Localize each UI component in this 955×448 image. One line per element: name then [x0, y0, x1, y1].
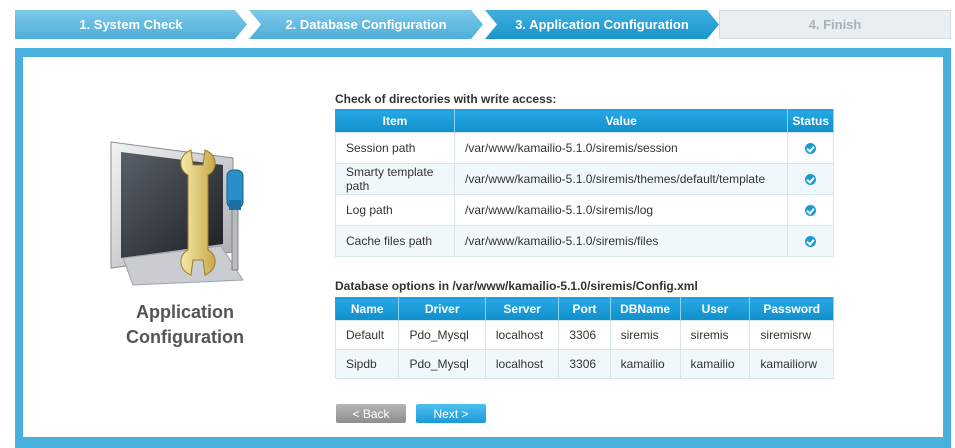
check-circle-icon [805, 143, 817, 155]
dbname-cell: siremis [609, 320, 681, 350]
monitor-wrench-screwdriver-icon [110, 141, 244, 286]
value-cell: /var/www/kamailio-5.1.0/siremis/log [453, 194, 789, 226]
col-server-header: Server [485, 297, 560, 321]
user-cell: siremis [679, 320, 751, 350]
dbname-cell: kamailio [609, 349, 681, 379]
wizard-steps: 1. System Check 2. Database Configuratio… [15, 10, 951, 39]
dirs-section-title: Check of directories with write access: [335, 92, 557, 106]
table-row: Cache files path /var/www/kamailio-5.1.0… [335, 225, 834, 257]
directories-table: Item Value Status Session path /var/www/… [335, 109, 834, 257]
value-cell: /var/www/kamailio-5.1.0/siremis/files [453, 225, 789, 257]
name-cell: Default [334, 320, 400, 350]
password-cell: kamailiorw [749, 349, 834, 379]
server-cell: localhost [484, 349, 560, 379]
driver-cell: Pdo_Mysql [398, 320, 486, 350]
col-status-header: Status [787, 109, 834, 133]
item-cell: Log path [335, 194, 455, 226]
user-cell: kamailio [679, 349, 751, 379]
item-cell: Cache files path [335, 225, 455, 257]
page-heading: Application Configuration [95, 300, 275, 350]
value-cell: /var/www/kamailio-5.1.0/siremis/themes/d… [453, 163, 789, 195]
name-cell: Sipdb [334, 349, 400, 379]
value-cell: /var/www/kamailio-5.1.0/siremis/session [453, 132, 789, 164]
check-circle-icon [805, 236, 817, 248]
db-section-title: Database options in /var/www/kamailio-5.… [335, 279, 698, 293]
back-button[interactable]: < Back [336, 404, 406, 423]
check-circle-icon [805, 205, 817, 217]
col-driver-header: Driver [398, 297, 486, 321]
page-heading-line2: Configuration [126, 327, 244, 347]
database-options-table: Name Driver Server Port DBName User Pass… [334, 297, 834, 379]
table-row: Smarty template path /var/www/kamailio-5… [335, 163, 834, 195]
table-row: Default Pdo_Mysql localhost 3306 siremis… [334, 320, 834, 350]
table-row: Sipdb Pdo_Mysql localhost 3306 kamailio … [334, 349, 834, 379]
step-application-configuration: 3. Application Configuration [485, 10, 719, 39]
table-row: Log path /var/www/kamailio-5.1.0/siremis… [335, 194, 834, 226]
step-finish: 4. Finish [719, 10, 951, 39]
step-system-check: 1. System Check [15, 10, 247, 39]
check-circle-icon [805, 174, 817, 186]
server-cell: localhost [484, 320, 560, 350]
col-name-header: Name [335, 297, 400, 321]
port-cell: 3306 [558, 320, 611, 350]
col-value-header: Value [454, 109, 789, 133]
password-cell: siremisrw [749, 320, 834, 350]
item-cell: Smarty template path [335, 163, 455, 195]
driver-cell: Pdo_Mysql [398, 349, 486, 379]
col-dbname-header: DBName [610, 297, 681, 321]
col-item-header: Item [335, 109, 455, 133]
col-user-header: User [680, 297, 751, 321]
page-heading-line1: Application [136, 302, 234, 322]
item-cell: Session path [335, 132, 455, 164]
col-port-header: Port [558, 297, 611, 321]
table-row: Session path /var/www/kamailio-5.1.0/sir… [335, 132, 834, 164]
col-password-header: Password [749, 297, 834, 321]
next-button[interactable]: Next > [416, 404, 486, 423]
port-cell: 3306 [558, 349, 611, 379]
step-database-configuration: 2. Database Configuration [249, 10, 483, 39]
